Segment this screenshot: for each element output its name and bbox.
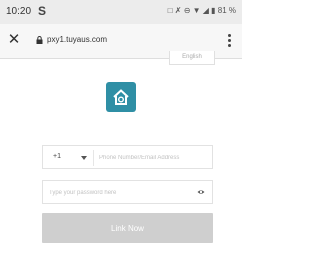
home-logo-icon (106, 82, 136, 112)
phone-email-input[interactable] (95, 148, 211, 167)
status-icons: □ ✗ ⊖ ▼ ◢ ▮ 81 % (167, 6, 236, 15)
password-input[interactable] (46, 183, 194, 202)
status-time: 10:20 (6, 6, 32, 17)
eye-icon[interactable] (197, 189, 205, 195)
chevron-down-icon[interactable] (81, 156, 87, 160)
url-text[interactable]: pxy1.tuyaus.com (47, 35, 107, 44)
language-select[interactable]: English (169, 51, 215, 65)
link-now-button[interactable]: Link Now (42, 213, 213, 243)
screen: 10:20 S □ ✗ ⊖ ▼ ◢ ▮ 81 % ✕ pxy1.tuyaus.c… (0, 0, 242, 267)
password-field-row (42, 180, 213, 204)
carrier-icon: S (38, 4, 47, 18)
status-bar: 10:20 S □ ✗ ⊖ ▼ ◢ ▮ 81 % (0, 0, 242, 24)
country-code[interactable]: +1 (53, 153, 61, 160)
overflow-menu-icon[interactable] (228, 34, 232, 48)
lock-icon (36, 36, 43, 44)
phone-field-row: +1 (42, 145, 213, 169)
divider (93, 150, 94, 166)
close-icon[interactable]: ✕ (7, 32, 21, 47)
